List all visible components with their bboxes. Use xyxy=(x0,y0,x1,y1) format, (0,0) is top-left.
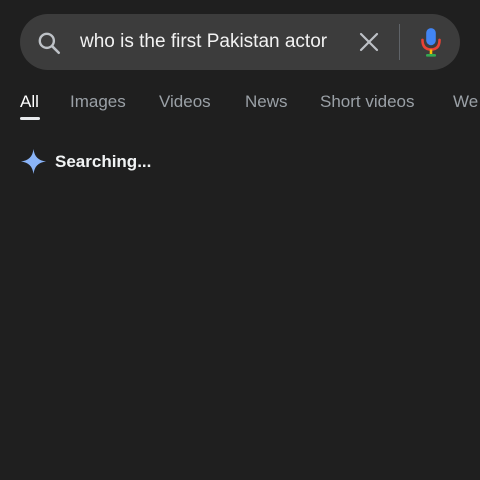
search-bar[interactable]: who is the first Pakistan actor xyxy=(20,14,460,70)
search-results-page: who is the first Pakistan actor All Imag… xyxy=(0,0,480,480)
search-icon xyxy=(38,32,61,55)
tab-images[interactable]: Images xyxy=(70,92,126,112)
close-icon[interactable] xyxy=(357,30,381,54)
tab-short-videos[interactable]: Short videos xyxy=(320,92,415,112)
tab-web[interactable]: We xyxy=(453,92,478,112)
sparkle-icon xyxy=(20,148,47,175)
active-tab-indicator xyxy=(20,117,40,120)
mic-icon[interactable] xyxy=(418,26,444,58)
status-text: Searching... xyxy=(55,152,152,171)
tab-all[interactable]: All xyxy=(20,92,39,112)
search-divider xyxy=(399,24,400,60)
search-input[interactable]: who is the first Pakistan actor xyxy=(80,14,360,70)
tab-news[interactable]: News xyxy=(245,92,288,112)
search-tabs: All Images Videos News Short videos We xyxy=(20,84,480,124)
tab-videos[interactable]: Videos xyxy=(159,92,211,112)
